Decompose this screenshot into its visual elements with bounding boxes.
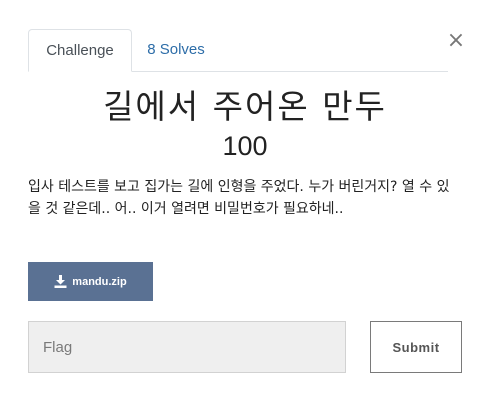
download-file-button[interactable]: mandu.zip xyxy=(28,262,153,301)
challenge-description: 입사 테스트를 보고 집가는 길에 인형을 주었다. 누가 버린거지? 열 수 … xyxy=(28,179,450,217)
tab-solves[interactable]: 8 Solves xyxy=(136,29,216,70)
close-icon: × xyxy=(446,28,466,53)
tab-bar: Challenge 8 Solves xyxy=(28,29,448,72)
download-file-label: mandu.zip xyxy=(72,275,127,288)
tab-challenge[interactable]: Challenge xyxy=(28,29,132,72)
challenge-title: 길에서 주어온 만두 xyxy=(103,87,387,126)
challenge-points: 100 xyxy=(222,131,268,161)
download-icon xyxy=(54,275,67,288)
submit-button[interactable]: Submit xyxy=(370,321,462,373)
challenge-modal: × Challenge 8 Solves 길에서 주어온 만두 100 입사 테… xyxy=(0,0,490,418)
flag-input[interactable] xyxy=(28,321,346,373)
close-button[interactable]: × xyxy=(446,30,466,52)
